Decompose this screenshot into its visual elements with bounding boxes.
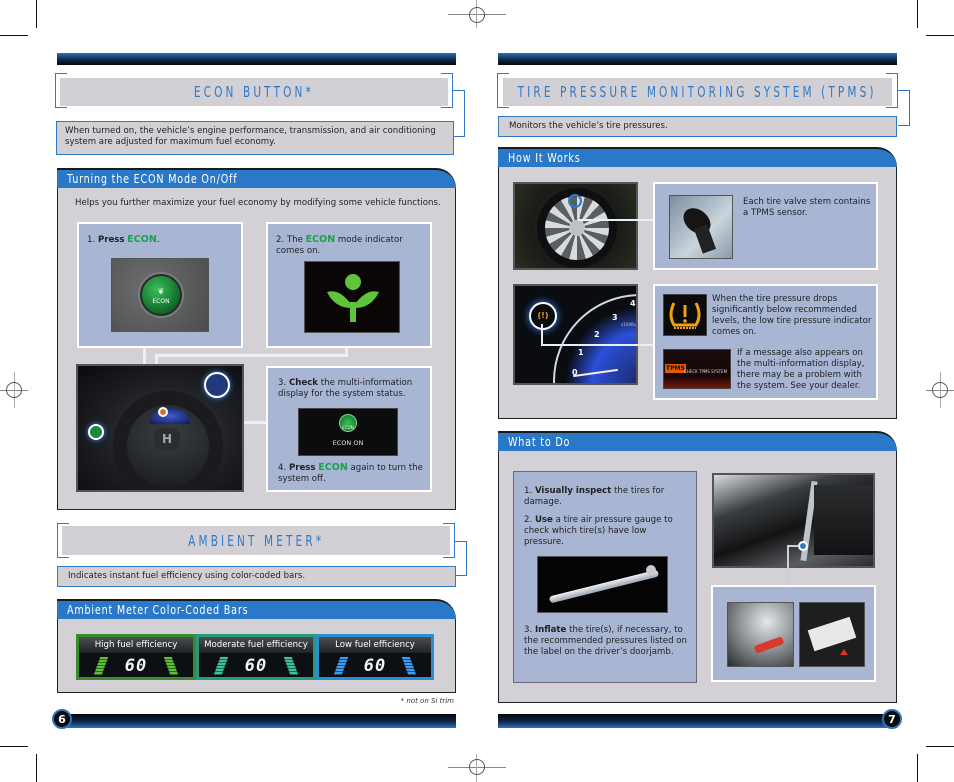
econ-button-highlight xyxy=(88,424,104,440)
tpms-description-text: Monitors the vehicle’s tire pressures. xyxy=(509,121,668,131)
ambient-description-text: Indicates instant fuel efficiency using … xyxy=(68,571,306,581)
econ-intro: Helps you further maximize your fuel eco… xyxy=(75,198,441,208)
meter-low-efficiency: Low fuel efficiency 60 xyxy=(316,634,434,680)
sensor-card: Each tire valve stem contains a TPMS sen… xyxy=(653,182,878,270)
meter-label: Moderate fuel efficiency xyxy=(199,637,313,653)
how-it-works-header: How It Works xyxy=(498,147,897,167)
doorjamb-label-highlight xyxy=(798,541,808,551)
pressure-gauge-photo xyxy=(537,556,668,613)
car-door-photo xyxy=(712,473,875,568)
what-to-do-title: What to Do xyxy=(508,435,571,449)
message-text: If a message also appears on the multi-i… xyxy=(737,348,865,391)
econ-step3-card: 3. Check the multi-information display f… xyxy=(266,366,432,492)
crop-mark xyxy=(917,0,918,28)
gauge-number: 3 xyxy=(612,313,618,322)
display-highlight xyxy=(204,372,230,398)
tpms-warning-highlight: (!) xyxy=(529,302,557,330)
todo-steps-card: 1. Visually inspect the tires for damage… xyxy=(513,471,697,683)
crop-mark xyxy=(926,746,954,747)
econ-on-display: ECON ECON ON xyxy=(298,408,398,456)
econ-step1-card: 1. Press ECON. ❦ ECON xyxy=(77,222,243,348)
right-top-bar xyxy=(498,53,897,65)
ambient-section-title: Ambient Meter Color-Coded Bars xyxy=(67,603,249,617)
gauge-cluster-photo: 4 3 2 1 0 x1000r/min (!) xyxy=(513,284,638,385)
meter-label: High fuel efficiency xyxy=(79,637,193,653)
econ-step2-card: 2. The ECON mode indicator comes on. xyxy=(266,222,432,348)
crop-mark xyxy=(36,754,37,782)
econ-description-text: When turned on, the vehicle’s engine per… xyxy=(65,126,436,147)
gauge-number: 2 xyxy=(594,330,600,339)
crop-mark xyxy=(0,746,28,747)
footnote: * not on Si trim xyxy=(400,697,454,705)
econ-title: ECON BUTTON* xyxy=(194,83,314,101)
page-number-right: 7 xyxy=(882,709,902,729)
tire-inflation-photo xyxy=(727,602,794,667)
crop-mark xyxy=(917,754,918,782)
crop-mark xyxy=(36,0,37,28)
crop-mark xyxy=(0,35,28,36)
tpms-description: Monitors the vehicle’s tire pressures. xyxy=(498,116,897,137)
todo-step1: 1. Visually inspect the tires for damage… xyxy=(524,486,665,507)
gauge-unit: x1000r/min xyxy=(621,322,637,327)
econ-step1-text: 1. Press ECON. xyxy=(87,234,160,245)
low-tire-pressure-icon xyxy=(669,302,701,329)
check-tpms-display: TPMS CHECK TPMS SYSTEM xyxy=(663,349,731,389)
check-tpms-text: CHECK TPMS SYSTEM xyxy=(684,369,728,374)
econ-button[interactable]: ❦ ECON xyxy=(140,274,182,316)
econ-button-label: ECON xyxy=(152,298,170,305)
meter-high-efficiency: High fuel efficiency 60 xyxy=(76,634,196,680)
gauge-number: 4 xyxy=(630,299,636,308)
connector-line xyxy=(155,354,348,357)
meter-label: Low fuel efficiency xyxy=(319,637,431,653)
tpms-badge: TPMS xyxy=(665,364,686,373)
sensor-text: Each tire valve stem contains a TPMS sen… xyxy=(743,197,871,218)
how-it-works-title: How It Works xyxy=(508,151,581,165)
econ-leaf-indicator-icon xyxy=(327,274,379,322)
crop-mark xyxy=(926,35,954,36)
indicator-card: When the tire pressure drops significant… xyxy=(653,284,878,400)
econ-section-title: Turning the ECON Mode On/Off xyxy=(67,172,238,186)
valve-stem-highlight xyxy=(568,194,582,208)
connector-line xyxy=(578,219,654,221)
honda-logo-icon: H xyxy=(154,428,180,450)
econ-step4-text: 4. Press ECON again to turn the system o… xyxy=(278,462,423,484)
indicator-highlight xyxy=(158,407,168,417)
meter-moderate-efficiency: Moderate fuel efficiency 60 xyxy=(196,634,316,680)
econ-step2-text: 2. The ECON mode indicator comes on. xyxy=(276,234,403,256)
steering-wheel-photo: H xyxy=(76,364,244,492)
econ-button-photo: ❦ ECON xyxy=(111,258,209,332)
tpms-warning-light xyxy=(663,294,707,336)
inflate-photos-card xyxy=(711,585,876,682)
econ-step3-text: 3. Check the multi-information display f… xyxy=(278,378,413,399)
todo-step2: 2. Use a tire air pressure gauge to chec… xyxy=(524,515,673,547)
todo-step3: 3. Inflate the tire(s), if necessary, to… xyxy=(524,625,687,657)
ambient-description: Indicates instant fuel efficiency using … xyxy=(57,566,456,587)
ambient-title: AMBIENT METER* xyxy=(188,531,324,550)
page-number-left: 6 xyxy=(52,709,72,729)
ambient-section-header: Ambient Meter Color-Coded Bars xyxy=(57,599,456,619)
wheel-photo xyxy=(513,182,638,270)
econ-indicator-display xyxy=(304,261,400,333)
left-bottom-bar xyxy=(57,714,456,728)
tpms-title: TIRE PRESSURE MONITORING SYSTEM (TPMS) xyxy=(518,83,877,101)
econ-description: When turned on, the vehicle’s engine per… xyxy=(56,121,454,155)
connector-line xyxy=(541,324,543,346)
connector-line xyxy=(787,545,799,547)
indicator-text: When the tire pressure drops significant… xyxy=(712,294,872,337)
valve-stem-photo xyxy=(669,195,733,259)
left-top-bar xyxy=(57,53,456,65)
econ-display-icon: ECON xyxy=(339,414,357,432)
connector-line xyxy=(787,545,789,585)
connector-line xyxy=(541,344,653,346)
tire-label-photo xyxy=(799,602,865,667)
econ-section-header: Turning the ECON Mode On/Off xyxy=(57,168,456,188)
right-bottom-bar xyxy=(498,714,897,728)
gauge-number: 1 xyxy=(578,348,584,357)
what-to-do-header: What to Do xyxy=(498,431,897,451)
econ-on-text: ECON ON xyxy=(332,439,364,447)
